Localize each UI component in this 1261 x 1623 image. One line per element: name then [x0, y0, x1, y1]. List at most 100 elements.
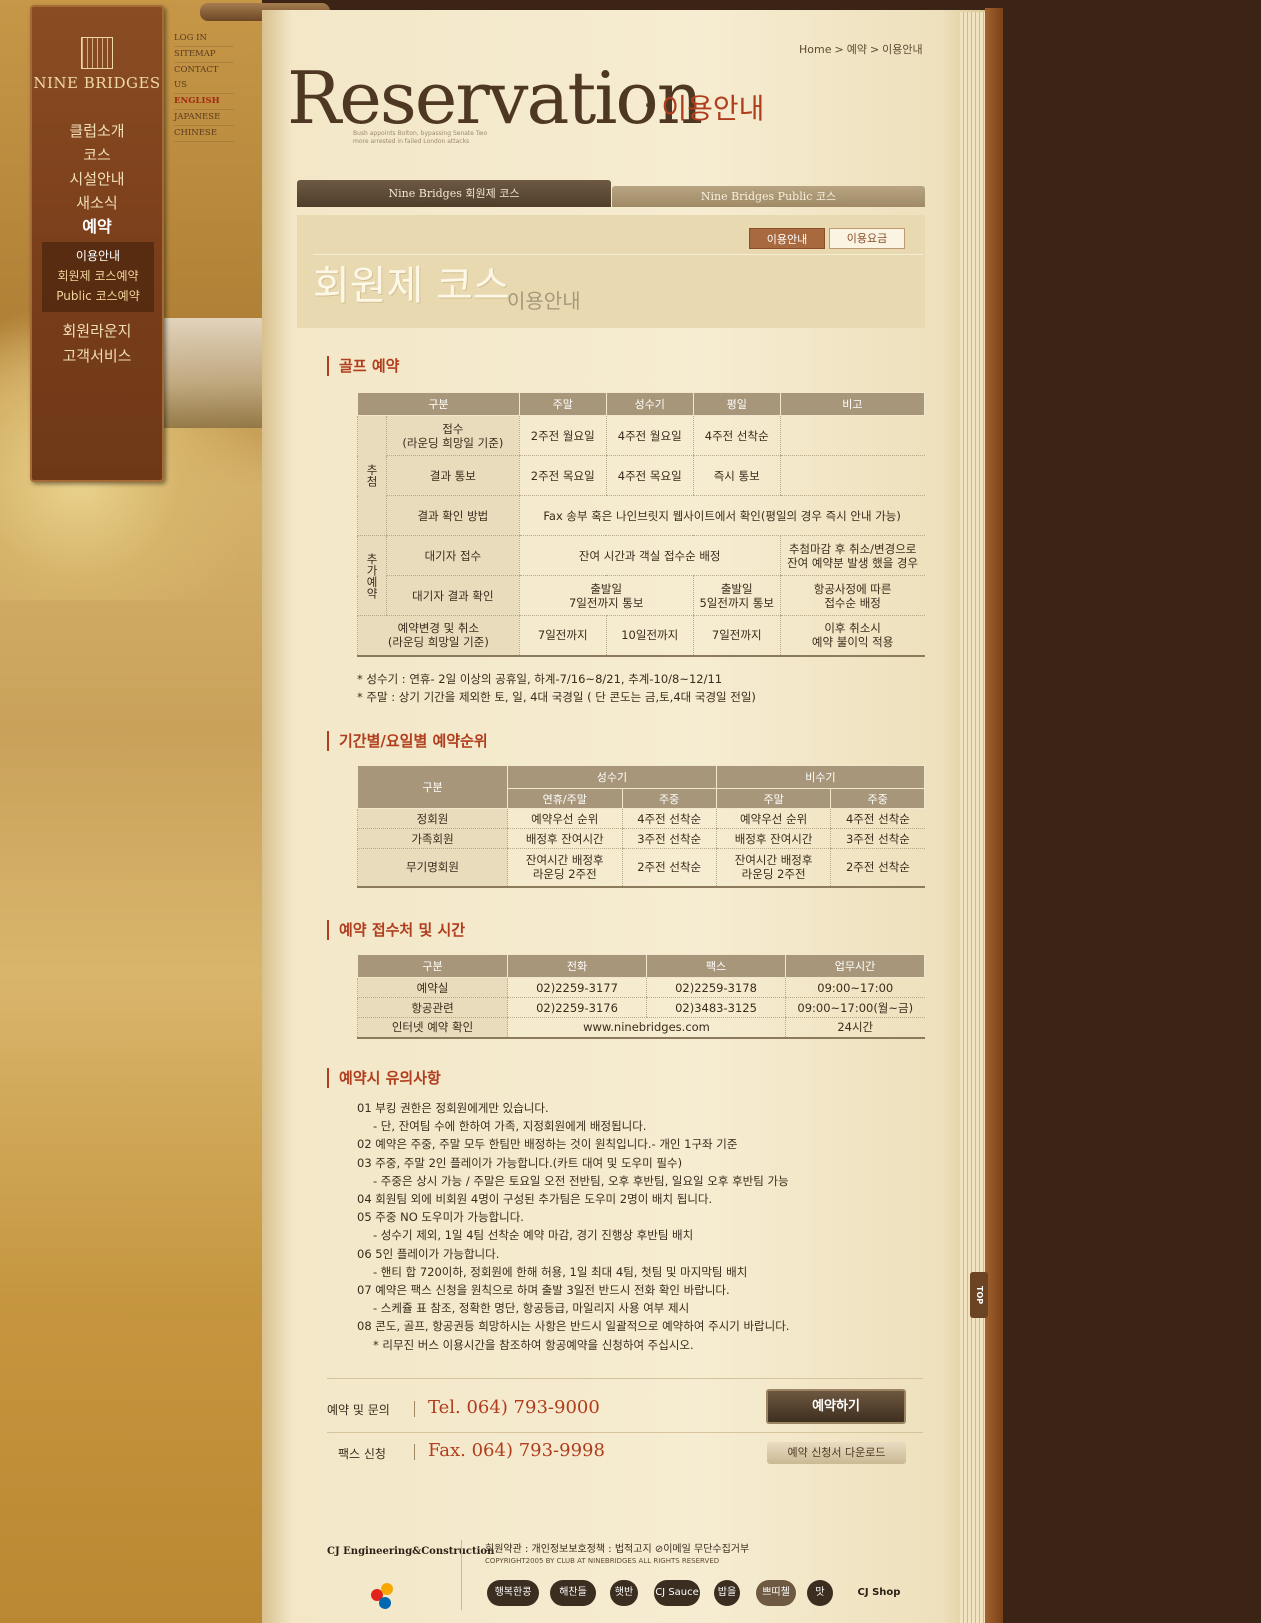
nav-reservation[interactable]: 예약 [32, 215, 162, 239]
priority-table: 구분 성수기 비수기 연휴/주말 주중 주말 주중 정회원 예약우선 순위 4주… [357, 765, 926, 888]
section-title: 회원제 코스 [313, 263, 510, 309]
caution-line: - 단, 잔여팀 수에 한하여 가족, 지정회원에게 배정됩니다. [373, 1119, 647, 1134]
main-nav-secondary: 회원라운지 고객서비스 [32, 319, 162, 369]
title-divider [313, 254, 923, 255]
main-nav: 클럽소개 코스 시설안내 새소식 예약 [32, 119, 162, 239]
table-row: 정회원 예약우선 순위 4주전 선착순 예약우선 순위 4주전 선착순 [357, 808, 925, 829]
nav-customer-service[interactable]: 고객서비스 [32, 344, 162, 369]
col-note: 비고 [779, 392, 926, 416]
hero-subtext: Bush appoints Bolton, bypassing Senate T… [353, 130, 488, 145]
table-row: 추가예약 대기자 접수 잔여 시간과 객실 접수순 배정 추첨마감 후 취소/변… [357, 535, 925, 616]
lottery-label: 추첨 [357, 415, 387, 536]
footer-divider [461, 1540, 462, 1610]
table-row: 추첨 접수 (라운딩 희망일 기준) 2주전 월요일 4주전 월요일 4주전 선… [357, 415, 925, 536]
caution-line: 05 주중 NO 도우미가 가능합니다. [357, 1210, 524, 1225]
family-site-logo[interactable]: 행복한콩 [487, 1580, 539, 1606]
cj-engineering-logo: CJ Engineering&Construction [327, 1546, 495, 1557]
reservation-note-weekend: * 주말 : 상기 기간을 제외한 토, 일, 4대 국경일 ( 단 콘도는 금… [357, 690, 756, 704]
util-login[interactable]: LOG IN [174, 31, 234, 47]
website-link[interactable]: www.ninebridges.com [507, 1017, 786, 1039]
util-japanese[interactable]: JAPANESE [174, 110, 234, 126]
nav-course[interactable]: 코스 [32, 143, 162, 167]
page-title-ko: ; 이용안내 [643, 92, 765, 125]
breadcrumb: Home > 예약 > 이용안내 [799, 43, 923, 56]
family-site-logo[interactable]: 해찬들 [550, 1580, 596, 1606]
caution-line: 01 부킹 권한은 정회원에게만 있습니다. [357, 1101, 549, 1115]
tab-public-course[interactable]: Nine Bridges Public 코스 [612, 186, 925, 207]
table-row: 인터넷 예약 확인 www.ninebridges.com 24시간 [357, 1017, 925, 1039]
golf-reservation-heading: 골프 예약 [327, 356, 399, 376]
table-row: 가족회원 배정후 잔여시간 3주전 선착순 배정후 잔여시간 3주전 선착순 [357, 828, 925, 849]
usage-fee-button[interactable]: 이용요금 [829, 228, 905, 249]
priority-heading: 기간별/요일별 예약순위 [327, 731, 488, 751]
usage-info-button[interactable]: 이용안내 [749, 228, 825, 249]
caution-list: 01 부킹 권한은 정회원에게만 있습니다. - 단, 잔여팀 수에 한하여 가… [357, 1099, 789, 1354]
nav-news[interactable]: 새소식 [32, 191, 162, 215]
table-row: 결과 통보 2주전 목요일 4주전 목요일 즉시 통보 [358, 455, 925, 496]
util-sitemap[interactable]: SITEMAP [174, 47, 234, 63]
caution-line: 04 회원팀 외에 비회원 4명이 구성된 추가팀은 도우미 2명이 배치 됩니… [357, 1192, 713, 1207]
inquiry-label: 예약 및 문의 [327, 1403, 390, 1417]
section-subtitle: 이용안내 [507, 289, 581, 313]
breadcrumb-reservation[interactable]: 예약 [847, 43, 867, 56]
separator [414, 1444, 415, 1460]
nav-facility[interactable]: 시설안내 [32, 167, 162, 191]
download-form-button[interactable]: 예약 신청서 다운로드 [767, 1442, 906, 1464]
caution-line: - 주중은 상시 가능 / 주말은 토요일 오전 전반팀, 오후 후반팀, 일요… [373, 1173, 789, 1188]
caution-line: * 리무진 버스 이용시간을 참조하여 항공예약을 신청하여 주십시오. [373, 1337, 694, 1352]
bridge-logo-icon [81, 37, 113, 69]
contact-heading: 예약 접수처 및 시간 [327, 920, 465, 940]
nine-bridges-logo[interactable]: NINE BRIDGES [32, 37, 162, 92]
caution-line: 02 예약은 주중, 주말 모두 한팀만 배정하는 것이 원칙입니다.- 개인 … [357, 1137, 738, 1152]
subnav-public-course[interactable]: Public 코스예약 [42, 286, 154, 306]
page-title-en: Reservation [287, 56, 703, 140]
col-weekday: 평일 [692, 392, 781, 416]
tab-member-course[interactable]: Nine Bridges 회원제 코스 [297, 180, 611, 207]
tel-number: Tel. 064) 793-9000 [428, 1397, 600, 1418]
col-weekend: 주말 [518, 392, 607, 416]
caution-line: 06 5인 플레이가 가능합니다. [357, 1246, 500, 1261]
fax-number: Fax. 064) 793-9998 [428, 1440, 605, 1461]
contact-table: 구분 전화 팩스 업무시간 예약실 02)2259-3177 02)2259-3… [357, 954, 925, 1039]
footer-links[interactable]: 회원약관 : 개인정보보호정책 : 법적고지 ⊘이메일 무단수집거부 [485, 1540, 749, 1555]
reservation-note-peak: * 성수기 : 연휴- 2일 이상의 공휴일, 하계-7/16~8/21, 추계… [357, 672, 723, 686]
book-cover [985, 8, 1003, 1623]
family-site-logo[interactable]: CJ Shop [848, 1580, 910, 1606]
cj-logo-icon [369, 1583, 397, 1611]
family-site-logo[interactable]: 밥을 [714, 1580, 740, 1606]
caution-line: 07 예약은 팩스 신청을 원칙으로 하며 출발 3일전 반드시 전화 확인 바… [357, 1283, 730, 1298]
additional-label: 추가예약 [357, 535, 387, 616]
table-row: 결과 확인 방법 Fax 송부 혹은 나인브릿지 웹사이트에서 확인(평일의 경… [358, 495, 925, 536]
reserve-button[interactable]: 예약하기 [766, 1389, 906, 1424]
util-chinese[interactable]: CHINESE [174, 126, 234, 142]
family-site-logo[interactable]: CJ Sauce [654, 1580, 700, 1606]
subnav-member-course[interactable]: 회원제 코스예약 [42, 266, 154, 286]
table-row: 예약변경 및 취소 (라운딩 희망일 기준) 7일전까지 10일전까지 7일전까… [357, 615, 925, 657]
family-site-logo[interactable]: 쁘띠첼 [756, 1580, 796, 1606]
utility-nav: LOG IN SITEMAP CONTACT US ENGLISH JAPANE… [174, 31, 234, 142]
nav-club-intro[interactable]: 클럽소개 [32, 119, 162, 143]
util-contact[interactable]: CONTACT US [174, 63, 234, 94]
caution-line: 03 주중, 주말 2인 플레이가 가능합니다.(카트 대여 및 도우미 필수) [357, 1155, 683, 1170]
col-category: 구분 [357, 392, 520, 416]
golf-reservation-table: 구분 주말 성수기 평일 비고 추첨 접수 (라운딩 희망일 기준) 2주전 월… [357, 392, 926, 657]
table-row: 예약실 02)2259-3177 02)2259-3178 09:00~17:0… [357, 977, 925, 998]
caution-line: - 성수기 제외, 1일 4팀 선착순 예약 마감, 경기 진행상 후반팀 배치 [373, 1228, 694, 1243]
reservation-subnav: 이용안내 회원제 코스예약 Public 코스예약 [42, 242, 154, 312]
util-english[interactable]: ENGLISH [174, 94, 234, 110]
table-row: 항공관련 02)2259-3176 02)3483-3125 09:00~17:… [357, 997, 925, 1018]
family-site-logo[interactable]: 햇반 [610, 1580, 638, 1606]
table-row: 대기자 결과 확인 출발일 7일전까지 통보 출발일 5일전까지 통보 항공사정… [358, 575, 925, 616]
family-site-logo[interactable]: 맛 [807, 1580, 833, 1606]
nav-member-lounge[interactable]: 회원라운지 [32, 319, 162, 344]
caution-line: - 핸티 합 720이하, 정회원에 한해 허용, 1일 최대 4팀, 첫팀 및… [373, 1264, 748, 1279]
caution-heading: 예약시 유의사항 [327, 1068, 441, 1088]
top-button[interactable]: TOP [970, 1272, 988, 1318]
separator [414, 1401, 415, 1417]
breadcrumb-home[interactable]: Home [799, 43, 831, 56]
copyright: COPYRIGHT2005 BY CLUB AT NINEBRIDGES ALL… [485, 1557, 720, 1565]
col-peak: 성수기 [605, 392, 694, 416]
subnav-info[interactable]: 이용안내 [42, 246, 154, 266]
caution-line: - 스케쥴 표 참조, 정확한 명단, 항공등급, 마일리지 사용 여부 제시 [373, 1301, 690, 1316]
contact-divider [327, 1378, 923, 1379]
